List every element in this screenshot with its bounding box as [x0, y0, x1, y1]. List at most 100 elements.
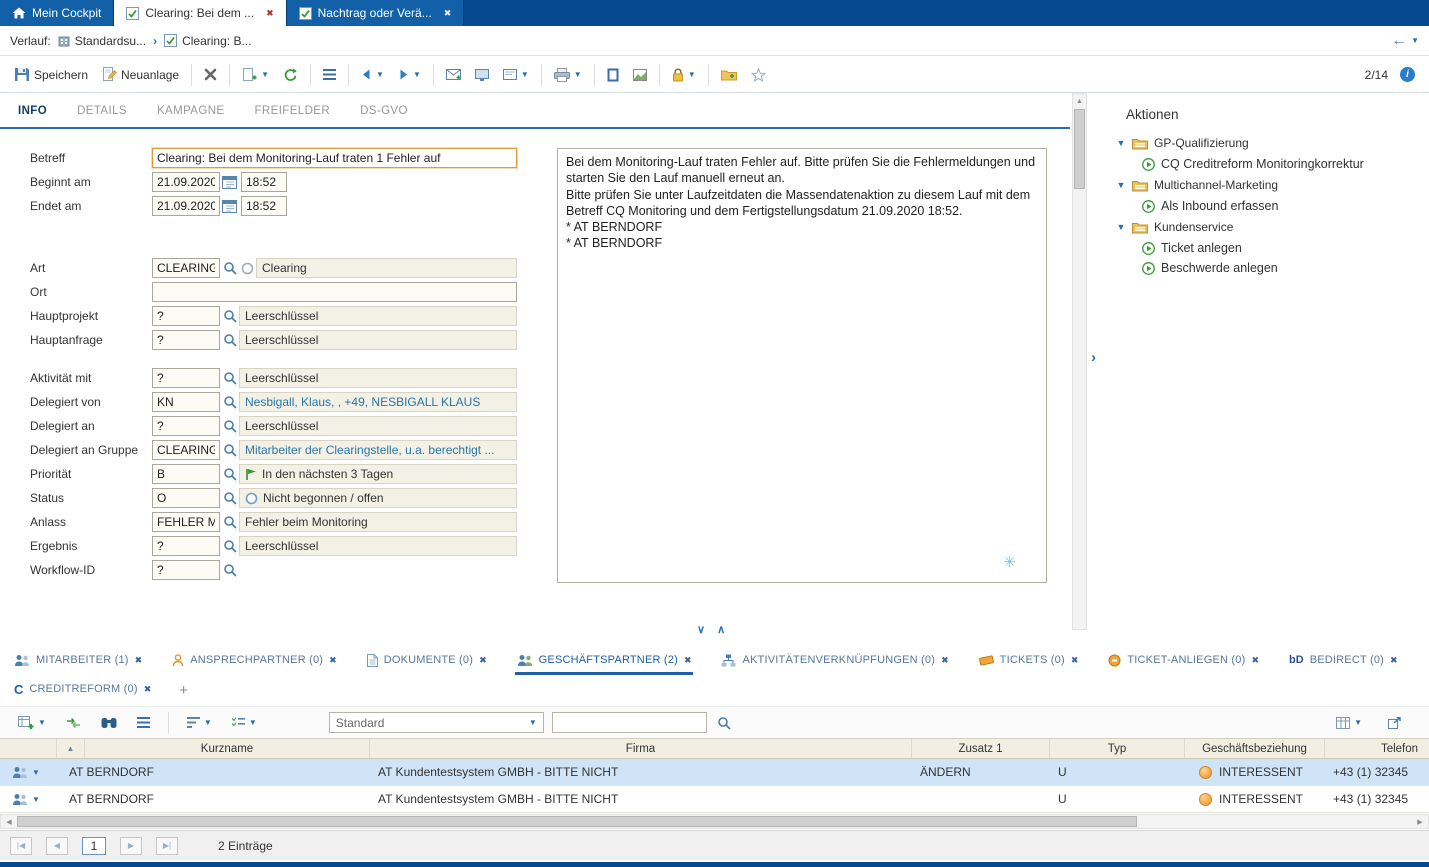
subtab-bedirect[interactable]: bD BEDIRECT (0) ✖ — [1287, 648, 1400, 675]
close-icon[interactable]: ✖ — [684, 655, 692, 666]
search-icon[interactable] — [715, 714, 734, 732]
row-menu-icon[interactable]: ▼ — [32, 795, 40, 804]
tab-kampagne[interactable]: KAMPAGNE — [157, 105, 225, 124]
action-ticket-anlegen[interactable]: Ticket anlegen — [1102, 238, 1429, 258]
new-appointment-button[interactable] — [469, 65, 495, 85]
art-code-input[interactable] — [152, 258, 220, 278]
new-record-dropdown-button[interactable]: ▼ — [236, 63, 275, 86]
open-in-window-button[interactable] — [1382, 713, 1407, 733]
hauptanfrage-code-input[interactable] — [152, 330, 220, 350]
info-icon[interactable]: i — [1400, 67, 1415, 82]
save-button[interactable]: Speichern — [8, 63, 94, 86]
close-icon[interactable]: ✖ — [1251, 655, 1259, 666]
subtab-mitarbeiter[interactable]: MITARBEITER (1) ✖ — [12, 648, 144, 675]
chevron-down-icon[interactable]: ▼ — [1116, 180, 1126, 190]
aktivitaet-code-input[interactable] — [152, 368, 220, 388]
lookup-icon[interactable] — [220, 331, 239, 349]
grid-header-zusatz1[interactable]: Zusatz 1 — [912, 739, 1050, 758]
scrollbar-thumb[interactable] — [1074, 109, 1085, 189]
grid-header-firma[interactable]: Firma — [370, 739, 912, 758]
subtab-ansprechpartner[interactable]: ANSPRECHPARTNER (0) ✖ — [170, 648, 339, 675]
add-tab-button[interactable]: + — [179, 682, 188, 699]
start-time-input[interactable] — [241, 172, 287, 192]
page-number-input[interactable] — [82, 837, 106, 855]
grid-header-typ[interactable]: Typ — [1050, 739, 1185, 758]
action-beschwerde-anlegen[interactable]: Beschwerde anlegen — [1102, 258, 1429, 278]
calendar-icon[interactable] — [220, 197, 239, 215]
subtab-tickets[interactable]: TICKETS (0) ✖ — [977, 648, 1081, 675]
hauptprojekt-code-input[interactable] — [152, 306, 220, 326]
tab-info[interactable]: INFO — [18, 105, 47, 124]
ergebnis-code-input[interactable] — [152, 536, 220, 556]
add-shortcut-button[interactable] — [715, 64, 743, 85]
chevron-down-icon[interactable]: ▼ — [1116, 222, 1126, 232]
back-arrow-icon[interactable]: ← — [1391, 32, 1407, 50]
new-button[interactable]: Neuanlage — [96, 63, 185, 86]
chevron-down-icon[interactable]: ▼ — [1116, 138, 1126, 148]
subtab-dokumente[interactable]: DOKUMENTE (0) ✖ — [365, 648, 489, 675]
history-item-clearing[interactable]: Clearing: B... — [164, 34, 251, 48]
notes-textarea[interactable]: Bei dem Monitoring-Lauf traten Fehler au… — [557, 148, 1047, 583]
new-email-button[interactable] — [440, 65, 467, 84]
ort-input[interactable] — [152, 282, 517, 302]
close-icon[interactable]: ✖ — [1390, 655, 1398, 666]
horizontal-scrollbar[interactable]: ◀ ▶ — [0, 814, 1429, 829]
action-als-inbound[interactable]: Als Inbound erfassen — [1102, 196, 1429, 216]
permissions-button[interactable]: ▼ — [666, 64, 702, 86]
list-view-button[interactable] — [317, 65, 342, 84]
first-page-button[interactable]: |◀ — [10, 837, 32, 855]
new-letter-button[interactable]: ▼ — [497, 65, 535, 84]
tab-dsgvo[interactable]: DS-GVO — [360, 105, 408, 124]
close-icon[interactable]: ✖ — [479, 655, 487, 666]
close-icon[interactable]: ✖ — [1071, 655, 1079, 666]
action-group-gp-qualifizierung[interactable]: ▼ GP-Qualifizierung — [1102, 132, 1429, 154]
end-time-input[interactable] — [241, 196, 287, 216]
list-search-input[interactable] — [552, 712, 707, 733]
grid-header-sort-col[interactable]: ▲ — [57, 739, 85, 758]
calendar-icon[interactable] — [220, 173, 239, 191]
lookup-icon[interactable] — [220, 417, 239, 435]
delegiert-von-code-input[interactable] — [152, 392, 220, 412]
action-group-multichannel[interactable]: ▼ Multichannel-Marketing — [1102, 174, 1429, 196]
print-button[interactable]: ▼ — [548, 64, 588, 86]
lookup-icon[interactable] — [220, 513, 239, 531]
actions-panel-collapse-handle[interactable]: › — [1091, 349, 1096, 366]
list-view-toggle-button[interactable] — [131, 713, 156, 732]
subtab-ticket-anliegen[interactable]: TICKET-ANLIEGEN (0) ✖ — [1106, 648, 1261, 675]
view-options-button[interactable]: ▼ — [226, 713, 263, 732]
vertical-scrollbar[interactable]: ▲ ▼ — [1072, 93, 1087, 630]
collapse-down-icon[interactable]: ∨ — [697, 623, 705, 636]
favorite-button[interactable] — [745, 64, 772, 86]
refresh-button[interactable] — [277, 64, 304, 86]
last-page-button[interactable]: ▶| — [156, 837, 178, 855]
close-icon[interactable]: ✖ — [329, 655, 337, 666]
grid-header-beziehung[interactable]: Geschäftsbeziehung — [1185, 739, 1325, 758]
tab-freifelder[interactable]: FREIFELDER — [255, 105, 331, 124]
action-cq-creditreform[interactable]: CQ Creditreform Monitoringkorrektur — [1102, 154, 1429, 174]
tab-details[interactable]: DETAILS — [77, 105, 127, 124]
scrollbar-thumb[interactable] — [17, 816, 1137, 827]
chevron-down-icon[interactable]: ▼ — [1411, 36, 1419, 45]
search-records-button[interactable] — [95, 713, 123, 733]
delete-button[interactable] — [198, 64, 223, 85]
journal-button[interactable] — [601, 64, 625, 86]
close-icon[interactable]: ✖ — [135, 655, 143, 666]
close-icon[interactable]: ✖ — [941, 655, 949, 666]
lookup-icon[interactable] — [220, 307, 239, 325]
report-button[interactable] — [627, 65, 653, 85]
close-icon[interactable]: ✖ — [266, 8, 274, 19]
grid-header-telefon[interactable]: Telefon — [1325, 739, 1429, 758]
tab-clearing[interactable]: Clearing: Bei dem ... ✖ — [114, 0, 286, 26]
delegiert-gruppe-link[interactable]: Mitarbeiter der Clearingstelle, u.a. ber… — [245, 443, 494, 457]
lookup-icon[interactable] — [220, 259, 239, 277]
delegiert-gruppe-code-input[interactable] — [152, 440, 220, 460]
anlass-code-input[interactable] — [152, 512, 220, 532]
collapse-up-icon[interactable]: ∧ — [717, 623, 725, 636]
workflow-code-input[interactable] — [152, 560, 220, 580]
delegiert-von-link[interactable]: Nesbigall, Klaus, , +49, NESBIGALL KLAUS — [245, 395, 480, 409]
next-record-button[interactable]: ▼ — [392, 65, 427, 84]
scroll-up-icon[interactable]: ▲ — [1073, 94, 1086, 108]
grid-header-icon-col[interactable] — [0, 739, 57, 758]
filter-button[interactable]: ▼ — [181, 713, 218, 732]
scroll-left-icon[interactable]: ◀ — [1, 815, 17, 828]
